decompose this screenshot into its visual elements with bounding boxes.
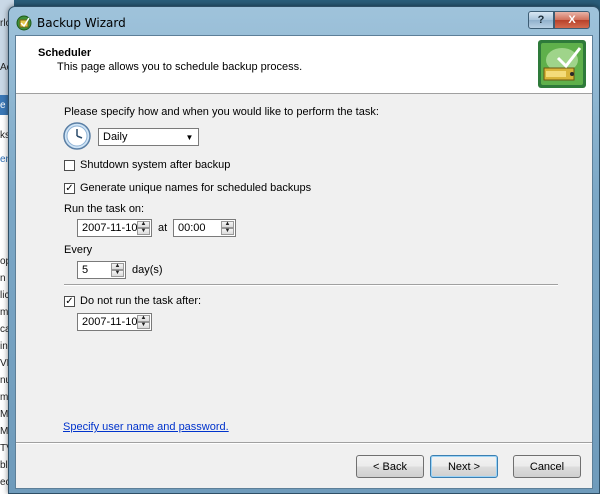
not-after-up-icon[interactable]: ▲	[137, 315, 150, 322]
at-label: at	[158, 222, 168, 234]
separator	[64, 284, 558, 286]
every-up-icon[interactable]: ▲	[111, 263, 124, 270]
run-time-down-icon[interactable]: ▼	[221, 228, 234, 235]
run-date-value: 2007-11-10	[82, 222, 138, 234]
footer-divider	[16, 442, 592, 444]
app-icon	[16, 15, 32, 31]
not-after-down-icon[interactable]: ▼	[137, 322, 150, 329]
page-subtitle: This page allows you to schedule backup …	[57, 61, 303, 73]
frequency-select[interactable]: Daily ▼	[98, 128, 199, 146]
run-time-picker[interactable]: 00:00 ▲ ▼	[173, 219, 236, 237]
schedule-prompt: Please specify how and when you would li…	[64, 106, 379, 118]
every-down-icon[interactable]: ▼	[111, 270, 124, 277]
run-date-up-icon[interactable]: ▲	[137, 221, 150, 228]
chevron-down-icon[interactable]: ▼	[182, 130, 197, 144]
shutdown-checkbox[interactable]	[64, 160, 75, 171]
run-time-up-icon[interactable]: ▲	[221, 221, 234, 228]
help-button[interactable]: ?	[528, 11, 554, 29]
back-button[interactable]: < Back	[356, 455, 424, 478]
cancel-button[interactable]: Cancel	[513, 455, 581, 478]
page-title: Scheduler	[38, 47, 92, 59]
run-date-picker[interactable]: 2007-11-10 ▲ ▼	[77, 219, 152, 237]
help-icon: ?	[537, 14, 545, 26]
not-after-date-value: 2007-11-10	[82, 316, 138, 328]
wizard-header: Scheduler This page allows you to schedu…	[16, 36, 592, 94]
check-mark-icon: ✓	[65, 295, 74, 307]
backup-drive-icon	[538, 40, 586, 88]
run-time-value: 00:00	[178, 222, 206, 234]
every-value: 5	[82, 264, 89, 276]
next-button[interactable]: Next >	[430, 455, 498, 478]
shutdown-label: Shutdown system after backup	[80, 159, 231, 171]
run-on-label: Run the task on:	[64, 203, 145, 215]
not-after-date-picker[interactable]: 2007-11-10 ▲ ▼	[77, 313, 152, 331]
backup-wizard-window: Backup Wizard ? X Scheduler This page al…	[8, 6, 600, 494]
unique-names-checkbox[interactable]: ✓	[64, 183, 75, 194]
unique-names-label: Generate unique names for scheduled back…	[80, 182, 312, 194]
not-after-label: Do not run the task after:	[80, 295, 202, 307]
not-after-checkbox[interactable]: ✓	[64, 296, 75, 307]
window-title: Backup Wizard	[37, 16, 126, 30]
every-stepper[interactable]: 5 ▲ ▼	[77, 261, 126, 279]
close-button[interactable]: X	[554, 11, 590, 29]
run-date-down-icon[interactable]: ▼	[137, 228, 150, 235]
every-label: Every	[64, 244, 93, 256]
clock-icon	[63, 122, 91, 150]
title-bar[interactable]: Backup Wizard ? X	[9, 7, 599, 35]
close-icon: X	[568, 14, 576, 26]
check-mark-icon: ✓	[65, 182, 74, 194]
wizard-client-area: Scheduler This page allows you to schedu…	[15, 35, 593, 489]
every-unit-label: day(s)	[132, 264, 163, 276]
frequency-value: Daily	[103, 131, 128, 143]
credentials-link[interactable]: Specify user name and password.	[63, 421, 229, 433]
